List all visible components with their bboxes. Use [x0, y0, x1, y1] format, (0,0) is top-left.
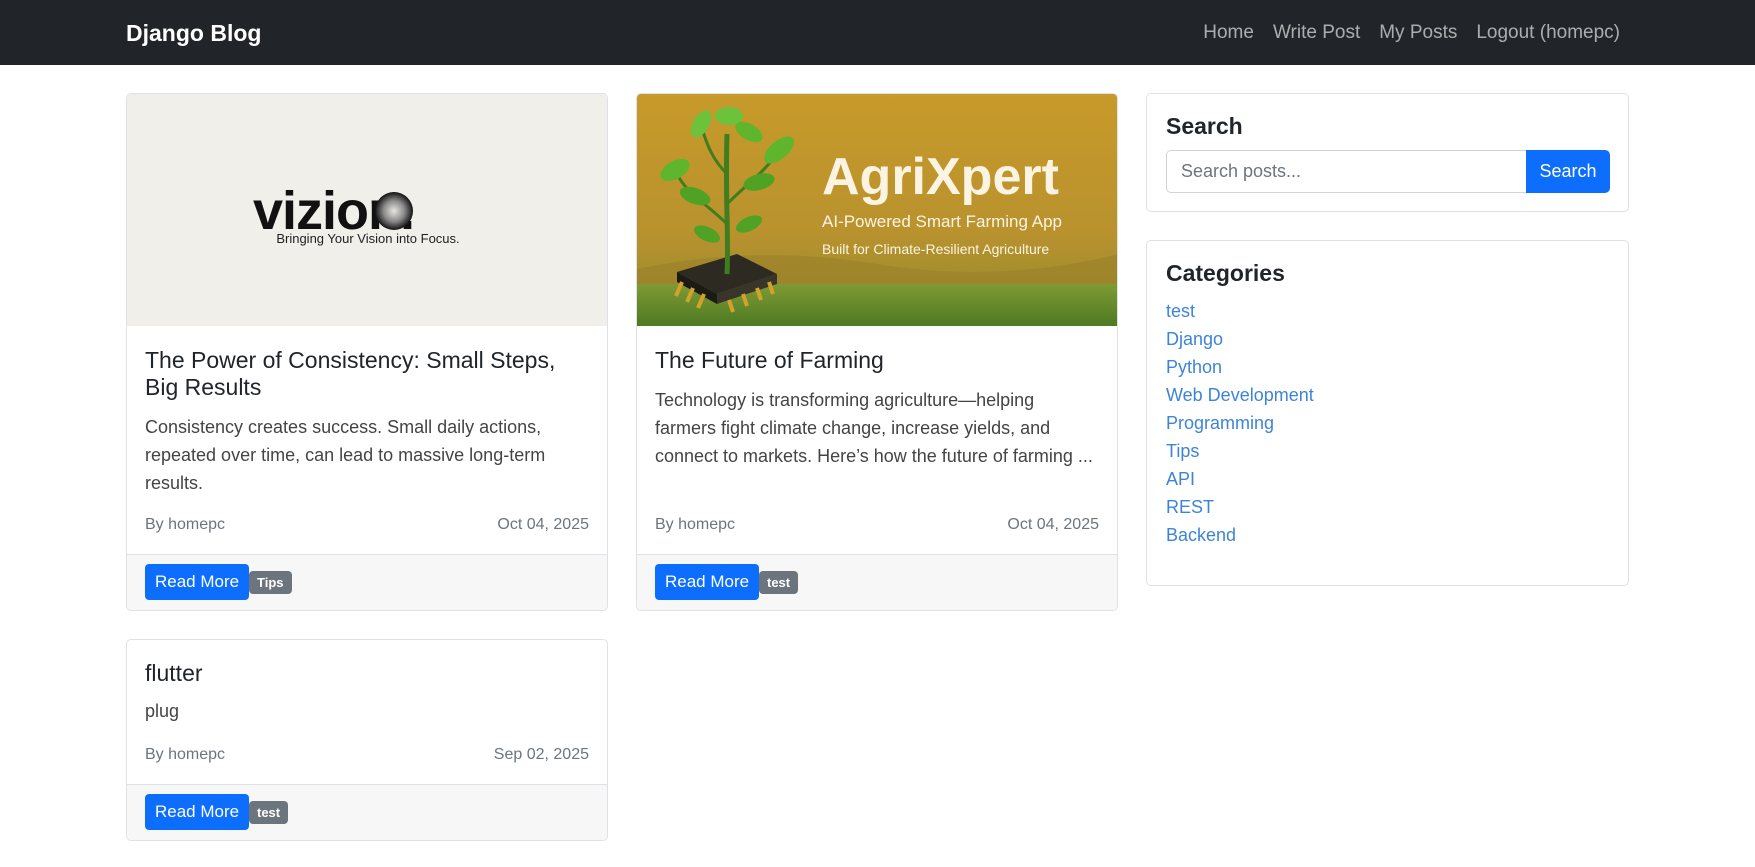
vizion-tagline: Bringing Your Vision into Focus.	[276, 231, 459, 246]
post-card-body: flutter plug	[145, 660, 589, 725]
read-more-button[interactable]: Read More	[655, 564, 760, 600]
post-author: By homepc	[655, 516, 736, 533]
lens-icon	[375, 192, 413, 230]
categories-list: test Django Python Web Development Progr…	[1166, 297, 1314, 549]
navbar: Django Blog Home Write Post My Posts Log…	[0, 0, 1755, 65]
category-link-tips[interactable]: Tips	[1166, 441, 1199, 461]
agrixpert-title: AgriXpert	[822, 148, 1059, 206]
post-card: vizion. Bringing Your Vision into Focus.…	[126, 93, 608, 611]
post-title[interactable]: The Future of Farming	[655, 347, 1099, 374]
post-excerpt: plug	[145, 701, 180, 721]
post-card-footer: Read More test	[637, 554, 1117, 610]
agrixpert-image: AgriXpert AI-Powered Smart Farming App B…	[637, 94, 1117, 326]
category-link-test[interactable]: test	[1166, 301, 1195, 321]
category-link-backend[interactable]: Backend	[1166, 525, 1236, 545]
agrixpert-tagline: Built for Climate-Resilient Agriculture	[822, 241, 1049, 257]
search-button[interactable]: Search	[1526, 150, 1610, 193]
post-excerpt: Technology is transforming agriculture—h…	[655, 390, 1093, 466]
category-badge: test	[759, 571, 799, 594]
read-more-button[interactable]: Read More	[145, 794, 250, 830]
category-link-api[interactable]: API	[1166, 469, 1195, 489]
post-excerpt: Consistency creates success. Small daily…	[145, 417, 546, 493]
nav-link-logout[interactable]: Logout (homepc)	[1476, 17, 1620, 49]
post-meta: By homepc Sep 02, 2025	[145, 745, 589, 765]
vizion-logo-image: vizion. Bringing Your Vision into Focus.	[253, 181, 460, 246]
search-title: Search	[1166, 113, 1243, 139]
post-card-body: The Future of Farming Technology is tran…	[655, 347, 1099, 470]
post-date: Oct 04, 2025	[1007, 516, 1099, 533]
post-meta: By homepc Oct 04, 2025	[655, 515, 1099, 535]
post-card: flutter plug By homepc Sep 02, 2025 Read…	[126, 639, 608, 841]
post-card: AgriXpert AI-Powered Smart Farming App B…	[636, 93, 1118, 611]
post-author: By homepc	[145, 746, 226, 763]
categories-card: Categories test Django Python Web Develo…	[1146, 240, 1629, 586]
categories-title: Categories	[1166, 260, 1285, 286]
agrixpert-subtitle: AI-Powered Smart Farming App	[822, 212, 1062, 231]
category-link-web-development[interactable]: Web Development	[1166, 385, 1314, 405]
post-date: Oct 04, 2025	[497, 516, 589, 533]
category-link-rest[interactable]: REST	[1166, 497, 1214, 517]
post-image: vizion. Bringing Your Vision into Focus.	[127, 94, 607, 326]
post-title[interactable]: The Power of Consistency: Small Steps, B…	[145, 347, 589, 401]
post-card-footer: Read More Tips	[127, 554, 607, 610]
post-card-footer: Read More test	[127, 784, 607, 840]
category-link-programming[interactable]: Programming	[1166, 413, 1274, 433]
category-link-django[interactable]: Django	[1166, 329, 1223, 349]
post-image: AgriXpert AI-Powered Smart Farming App B…	[637, 94, 1117, 326]
category-badge: test	[249, 801, 289, 824]
nav-link-write-post[interactable]: Write Post	[1273, 17, 1360, 49]
category-link-python[interactable]: Python	[1166, 357, 1222, 377]
post-author: By homepc	[145, 516, 226, 533]
search-input[interactable]	[1166, 150, 1526, 193]
nav-link-my-posts[interactable]: My Posts	[1379, 17, 1457, 49]
post-card-body: The Power of Consistency: Small Steps, B…	[145, 347, 589, 497]
search-card: Search Search	[1146, 93, 1629, 212]
post-meta: By homepc Oct 04, 2025	[145, 515, 589, 535]
nav-links: Home Write Post My Posts Logout (homepc)	[1184, 17, 1620, 49]
brand-logo[interactable]: Django Blog	[126, 17, 261, 49]
nav-link-home[interactable]: Home	[1203, 17, 1254, 49]
post-date: Sep 02, 2025	[493, 746, 589, 763]
category-badge: Tips	[249, 571, 292, 594]
read-more-button[interactable]: Read More	[145, 564, 250, 600]
post-title[interactable]: flutter	[145, 660, 589, 687]
